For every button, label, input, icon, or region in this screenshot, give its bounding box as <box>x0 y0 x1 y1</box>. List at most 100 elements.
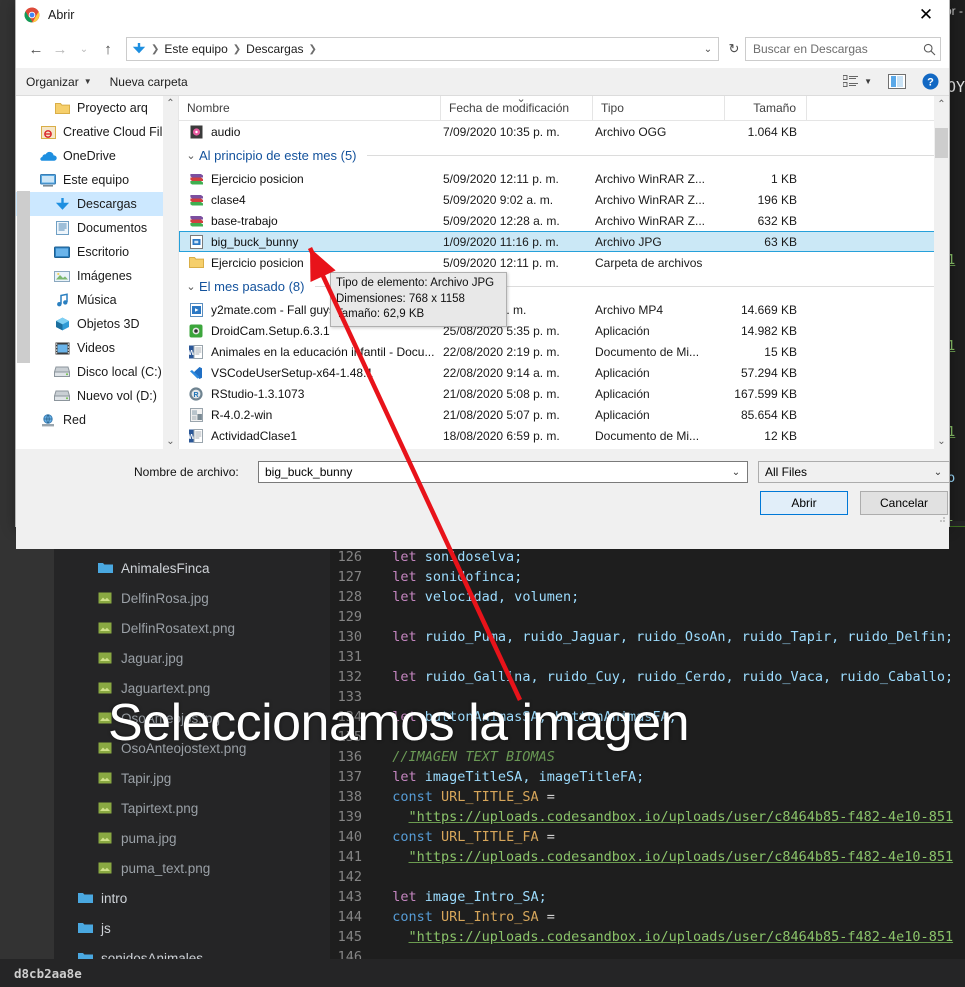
table-row[interactable]: audio 7/09/2020 10:35 p. m. Archivo OGG 1.0… <box>179 121 949 142</box>
code-line[interactable]: 140 const URL_TITLE_FA = <box>330 827 965 847</box>
dialog-toolbar[interactable]: Organizar ▼ Nueva carpeta ▼ ? <box>16 68 949 96</box>
code-line[interactable]: 145 "https://uploads.codesandbox.io/uplo… <box>330 927 965 947</box>
vscode-status-bar[interactable]: d8cb2aa8e <box>0 959 965 987</box>
filetype-select[interactable]: All Files ⌄ <box>758 461 950 483</box>
table-row[interactable]: clase4 5/09/2020 9:02 a. m. Archivo WinRAR… <box>179 189 949 210</box>
code-line[interactable]: 133 <box>330 687 965 707</box>
file-name-cell[interactable]: R-4.0.2-win <box>179 407 441 422</box>
breadcrumb[interactable]: ❯ Este equipo ❯ Descargas ❯ <box>132 42 700 56</box>
code-content[interactable]: 125126 let sonidoselva;127 let sonidofin… <box>330 527 965 959</box>
code-text[interactable]: let buttonAnimasSA, buttonAnimasFA; <box>376 707 676 727</box>
recent-locations-button[interactable]: ⌄ <box>72 37 96 61</box>
tree-scrollbar-thumb[interactable] <box>17 191 30 363</box>
file-name-cell[interactable]: big_buck_bunny <box>179 234 441 249</box>
forward-button[interactable]: → <box>48 37 72 61</box>
code-text[interactable]: let image_Intro_SA; <box>376 887 546 907</box>
table-row[interactable]: y2mate.com - Fall guys_2020 1:32 p. m.Ar… <box>179 299 949 320</box>
code-text[interactable]: "https://uploads.codesandbox.io/uploads/… <box>376 927 954 947</box>
table-row[interactable]: DroidCam.Setup.6.3.1 25/08/2020 5:35 p. m… <box>179 320 949 341</box>
tree-item-descargas[interactable]: Descargas <box>16 192 178 216</box>
tree-item-escritorio[interactable]: Escritorio <box>16 240 178 264</box>
file-name-cell[interactable]: base-trabajo <box>179 214 441 228</box>
explorer-item-osoanteojos-jpg[interactable]: OsoAnteojos.jpg <box>54 703 330 733</box>
column-header-fecha[interactable]: Fecha de modificación <box>441 96 593 121</box>
table-row[interactable]: big_buck_bunny 1/09/2020 11:16 p. m. Archi… <box>179 231 949 252</box>
code-text[interactable]: //IMAGEN TEXT BIOMAS <box>376 747 555 767</box>
explorer-file-tree[interactable]: AnimalesFinca DelfinRosa.jpg DelfinRosatex… <box>54 553 330 959</box>
explorer-item-osoanteojostext-png[interactable]: OsoAnteojostext.png <box>54 733 330 763</box>
code-line[interactable]: 144 const URL_Intro_SA = <box>330 907 965 927</box>
file-group-header[interactable]: ⌄ El mes pasado (8) <box>179 273 949 299</box>
navigation-tree[interactable]: Proyecto arq Creative Cloud Fil OneDrive Es… <box>16 96 178 432</box>
address-dropdown-icon[interactable]: ⌄ <box>700 44 716 55</box>
scroll-up-icon[interactable]: ⌃ <box>166 96 174 111</box>
scroll-up-icon[interactable]: ⌃ <box>934 96 949 112</box>
organize-button[interactable]: Organizar ▼ <box>26 75 92 89</box>
tree-item-red[interactable]: Red <box>16 408 178 432</box>
git-branch-label[interactable]: d8cb2aa8e <box>14 966 82 981</box>
toolbar-right-group[interactable]: ▼ ? <box>843 73 939 90</box>
navigation-tree-pane[interactable]: Proyecto arq Creative Cloud Fil OneDrive Es… <box>16 96 179 449</box>
tree-item-creative-cloud-fil[interactable]: Creative Cloud Fil <box>16 120 178 144</box>
filename-input[interactable]: big_buck_bunny ⌄ <box>258 461 748 483</box>
code-line[interactable]: 138 const URL_TITLE_SA = <box>330 787 965 807</box>
explorer-item-intro[interactable]: intro <box>54 883 330 913</box>
file-name-cell[interactable]: W ActividadClase1 <box>179 428 441 443</box>
code-line[interactable]: 132 let ruido_Gallina, ruido_Cuy, ruido_… <box>330 667 965 687</box>
code-text[interactable]: let sonidoselva; <box>376 547 522 567</box>
code-text[interactable]: let imageTitleSA, imageTitleFA; <box>376 767 644 787</box>
code-text[interactable]: "https://uploads.codesandbox.io/uploads/… <box>376 807 954 827</box>
code-text[interactable]: const URL_Intro_SA = <box>376 907 555 927</box>
explorer-item-puma-jpg[interactable]: puma.jpg <box>54 823 330 853</box>
help-icon[interactable]: ? <box>922 73 939 90</box>
code-line[interactable]: 143 let image_Intro_SA; <box>330 887 965 907</box>
dialog-navigation-bar[interactable]: ← → ⌄ ↑ ❯ Este equipo ❯ Descargas ❯ ⌄ ↻ … <box>16 30 949 68</box>
file-name-cell[interactable]: clase4 <box>179 193 441 207</box>
column-header-tipo[interactable]: Tipo <box>593 96 725 121</box>
tree-item-onedrive[interactable]: OneDrive <box>16 144 178 168</box>
code-line[interactable]: 128 let velocidad, volumen; <box>330 587 965 607</box>
code-line[interactable]: 126 let sonidoselva; <box>330 547 965 567</box>
tree-item-objetos-3d[interactable]: Objetos 3D <box>16 312 178 336</box>
file-group-header[interactable]: ⌄ Al principio de este mes (5) <box>179 142 949 168</box>
scroll-down-icon[interactable]: ⌄ <box>166 434 174 449</box>
tree-item-videos[interactable]: Videos <box>16 336 178 360</box>
code-line[interactable]: 142 <box>330 867 965 887</box>
code-line[interactable]: 137 let imageTitleSA, imageTitleFA; <box>330 767 965 787</box>
file-name-cell[interactable]: W Animales en la educación infantil - Doc… <box>179 344 441 359</box>
code-text[interactable]: let sonidofinca; <box>376 567 522 587</box>
explorer-item-tapir-jpg[interactable]: Tapir.jpg <box>54 763 330 793</box>
chevron-down-icon[interactable]: ⌄ <box>929 467 947 478</box>
tree-item-documentos[interactable]: Documentos <box>16 216 178 240</box>
explorer-item-js[interactable]: js <box>54 913 330 943</box>
chevron-down-icon[interactable]: ⌄ <box>183 280 199 293</box>
table-row[interactable]: R-4.0.2-win 21/08/2020 5:07 p. m. Aplicaci… <box>179 404 949 425</box>
scroll-down-icon[interactable]: ⌄ <box>934 433 949 449</box>
close-button[interactable]: ✕ <box>903 0 949 30</box>
breadcrumb-item-descargas[interactable]: Descargas <box>246 42 303 56</box>
breadcrumb-item-este-equipo[interactable]: Este equipo <box>164 42 227 56</box>
code-text[interactable]: let ruido_Gallina, ruido_Cuy, ruido_Cerd… <box>376 667 953 687</box>
new-folder-button[interactable]: Nueva carpeta <box>110 75 188 89</box>
code-text[interactable]: "https://uploads.codesandbox.io/uploads/… <box>376 847 954 867</box>
open-button[interactable]: Abrir <box>760 491 848 515</box>
code-line[interactable]: 141 "https://uploads.codesandbox.io/uplo… <box>330 847 965 867</box>
table-row[interactable]: R RStudio-1.3.1073 21/08/2020 5:08 p. m. Ap… <box>179 383 949 404</box>
table-row[interactable]: W ActividadClase1 18/08/2020 6:59 p. m. Doc… <box>179 425 949 446</box>
address-bar[interactable]: ❯ Este equipo ❯ Descargas ❯ ⌄ <box>126 37 719 61</box>
code-text[interactable]: const URL_TITLE_FA = <box>376 827 555 847</box>
explorer-item-delfinrosa-jpg[interactable]: DelfinRosa.jpg <box>54 583 330 613</box>
file-list-pane[interactable]: Nombre Fecha de modificación Tipo Tamaño… <box>179 96 949 449</box>
tree-item-disco-local-c[interactable]: Disco local (C:) <box>16 360 178 384</box>
code-text[interactable]: let ruido_Puma, ruido_Jaguar, ruido_OsoA… <box>376 627 953 647</box>
tree-scrollbar[interactable]: ⌃ ⌄ <box>163 96 178 449</box>
code-line[interactable]: 139 "https://uploads.codesandbox.io/uplo… <box>330 807 965 827</box>
up-button[interactable]: ↑ <box>96 37 120 61</box>
column-header-tamano[interactable]: Tamaño <box>725 96 807 121</box>
vscode-code-editor[interactable]: 125126 let sonidoselva;127 let sonidofin… <box>330 527 965 959</box>
tree-item-nuevo-vol-d[interactable]: Nuevo vol (D:) <box>16 384 178 408</box>
code-line[interactable]: 127 let sonidofinca; <box>330 567 965 587</box>
code-line[interactable]: 136 //IMAGEN TEXT BIOMAS <box>330 747 965 767</box>
preview-pane-icon[interactable] <box>888 74 906 89</box>
table-row[interactable]: VSCodeUserSetup-x64-1.48.1 22/08/2020 9:1… <box>179 362 949 383</box>
